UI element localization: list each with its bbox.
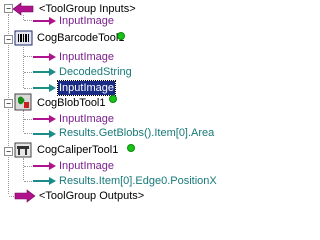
tool-name-blob[interactable]: CogBlobTool1 (36, 96, 107, 110)
output-arrow-icon (14, 189, 36, 203)
tree-connector (24, 56, 32, 57)
caliper-icon (14, 142, 32, 158)
collapse-toggle-caliper[interactable]: − (4, 147, 13, 156)
output-terminal-icon (33, 130, 56, 138)
input-terminal-icon (33, 115, 56, 123)
collapse-toggle-barcode[interactable]: − (4, 35, 13, 44)
collapse-toggle-blob[interactable]: − (4, 99, 13, 108)
tree-guide-barcode (23, 47, 24, 88)
blob-icon (14, 93, 32, 111)
tree-guide-caliper (23, 158, 24, 180)
tool-name-barcode[interactable]: CogBarcodeTool1 (36, 31, 125, 45)
tree-connector (24, 166, 32, 167)
tree-connector (24, 20, 32, 21)
terminal-caliper-inputimage[interactable]: InputImage (58, 159, 115, 173)
input-terminal-icon (33, 17, 56, 25)
tree-connector (9, 196, 14, 197)
terminal-barcode-inputimage[interactable]: InputImage (58, 50, 115, 64)
tree-connector (24, 72, 32, 73)
toolgroup-outputs-label[interactable]: <ToolGroup Outputs> (38, 189, 145, 203)
tool-tree: − <ToolGroup Inputs> InputImage − CogBar… (0, 0, 219, 208)
tree-connector (24, 133, 32, 134)
status-ok-icon (117, 32, 125, 40)
terminal-blob-area[interactable]: Results.GetBlobs().Item[0].Area (58, 126, 215, 140)
barcode-icon (14, 30, 33, 46)
status-ok-icon (109, 95, 117, 103)
input-terminal-icon (33, 162, 56, 170)
tree-connector (24, 119, 32, 120)
terminal-barcode-decodedstring[interactable]: DecodedString (58, 65, 133, 79)
tree-guide-blob (23, 110, 24, 132)
input-terminal-icon (33, 53, 56, 61)
terminal-blob-inputimage[interactable]: InputImage (58, 112, 115, 126)
output-terminal-icon (33, 84, 56, 92)
collapse-toggle-inputs[interactable]: − (4, 4, 13, 13)
output-terminal-icon (33, 177, 56, 185)
output-terminal-icon (33, 68, 56, 76)
tree-connector (24, 181, 32, 182)
tool-name-caliper[interactable]: CogCaliperTool1 (36, 143, 119, 157)
terminal-caliper-positionx[interactable]: Results.Item[0].Edge0.PositionX (58, 174, 218, 188)
group-input-terminal[interactable]: InputImage (58, 14, 115, 28)
tree-connector (24, 88, 32, 89)
terminal-barcode-inputimage-output[interactable]: InputImage (56, 80, 117, 96)
status-ok-icon (127, 144, 135, 152)
input-arrow-icon (12, 2, 34, 16)
